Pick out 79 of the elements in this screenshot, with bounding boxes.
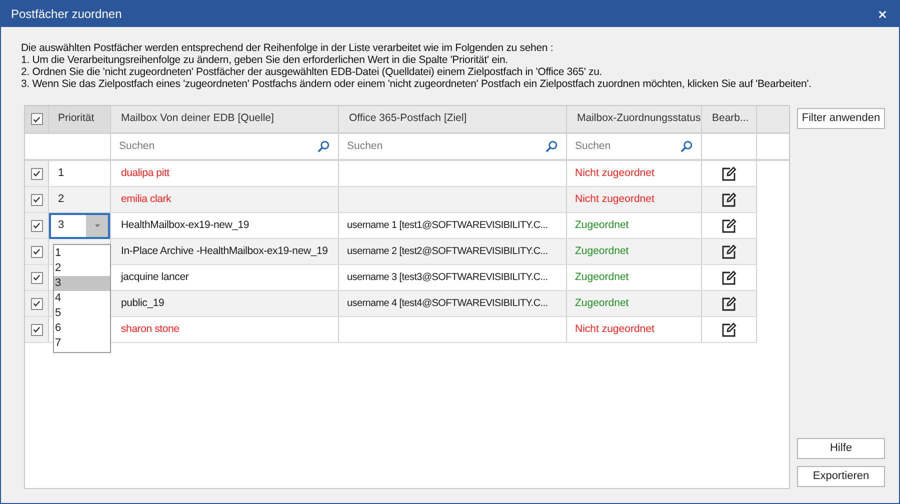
checkbox[interactable]: [30, 113, 42, 125]
target-mailbox: username 1 [test1@SOFTWAREVISIBILITY.C...: [347, 219, 548, 233]
mailbox-name: jacquine lancer: [121, 270, 189, 285]
edit-button[interactable]: [721, 192, 737, 208]
mailbox-name: In-Place Archive -HealthMailbox-ex19-new_19: [121, 244, 328, 259]
search-icon: [680, 140, 693, 153]
window-title: Postfächer zuordnen: [11, 6, 122, 23]
edit-icon: [721, 218, 737, 234]
mapping-status: Zugeordnet: [575, 218, 629, 233]
mailbox-name: public_19: [121, 296, 164, 311]
priority-cell[interactable]: 2: [49, 191, 64, 208]
search-field[interactable]: Suchen: [575, 138, 680, 154]
mapping-status: Nicht zugeordnet: [575, 192, 654, 207]
mapping-status: Zugeordnet: [575, 244, 629, 259]
mapping-status: Zugeordnet: [575, 296, 629, 311]
mapping-status: Nicht zugeordnet: [575, 322, 654, 337]
search-icon: [545, 140, 558, 153]
dropdown-option[interactable]: 3: [54, 276, 110, 291]
dropdown-option[interactable]: 1: [54, 246, 110, 261]
checkbox[interactable]: [30, 220, 42, 232]
dropdown-option[interactable]: 4: [54, 291, 110, 306]
instruction-text: Die auswählten Postfächer werden entsprechend der Reihenfolge in der Liste verarbeitet wie im Folgenden zu sehen :: [21, 42, 554, 54]
column-header[interactable]: Mailbox-Zuordnungsstatus: [567, 106, 702, 132]
search-icon: [317, 140, 330, 153]
edit-icon: [721, 244, 737, 260]
instruction-text: 2. Ordnen Sie die 'nicht zugeordneten' Postfächer der ausgewählten EDB-Datei (Quelldatei) einem Zielpostfach in 'Office 365' zu.: [21, 66, 604, 78]
checkbox[interactable]: [30, 168, 42, 180]
edit-button[interactable]: [721, 270, 737, 286]
check-icon: [32, 273, 41, 282]
dropdown-option[interactable]: 6: [54, 321, 110, 336]
search-field[interactable]: Suchen: [347, 138, 545, 154]
edit-button[interactable]: [721, 322, 737, 338]
edit-button[interactable]: [721, 166, 737, 182]
close-icon: [878, 10, 886, 18]
checkbox[interactable]: [30, 324, 42, 336]
dropdown-option[interactable]: 5: [54, 306, 110, 321]
export-button[interactable]: Exportieren: [797, 466, 885, 487]
mapping-status: Nicht zugeordnet: [575, 166, 654, 181]
priority-combo[interactable]: 3: [49, 212, 110, 238]
edit-button[interactable]: [721, 244, 737, 260]
check-icon: [32, 221, 41, 230]
check-icon: [32, 299, 41, 308]
edit-icon: [721, 192, 737, 208]
column-header[interactable]: Office 365-Postfach [Ziel]: [339, 106, 567, 132]
column-header[interactable]: Bearb...: [702, 106, 757, 132]
help-button[interactable]: Hilfe: [797, 438, 885, 459]
filter-button[interactable]: Filter anwenden: [797, 108, 885, 129]
checkbox[interactable]: [30, 246, 42, 258]
mailbox-name: emilia clark: [121, 192, 172, 207]
edit-icon: [721, 166, 737, 182]
instruction-text: 1. Um die Verarbeitungsreihenfolge zu ändern, geben Sie den erforderlichen Wert in die Spalte 'Priorität' ein.: [21, 54, 509, 66]
check-icon: [32, 247, 41, 256]
edit-button[interactable]: [721, 296, 737, 312]
mailbox-name: dualipa pitt: [121, 166, 170, 181]
mapping-status: Zugeordnet: [575, 270, 629, 285]
edit-icon: [721, 322, 737, 338]
column-header[interactable]: Priorität: [49, 106, 111, 132]
target-mailbox: username 2 [test2@SOFTWAREVISIBILITY.C...: [347, 245, 548, 259]
edit-icon: [721, 270, 737, 286]
check-icon: [32, 169, 41, 178]
dropdown-option[interactable]: 2: [54, 261, 110, 276]
mailbox-name: HealthMailbox-ex19-new_19: [121, 218, 250, 233]
search-field[interactable]: Suchen: [119, 138, 317, 154]
dropdown-arrow-icon: [94, 224, 100, 228]
check-icon: [32, 195, 41, 204]
mailbox-name: sharon stone: [121, 322, 180, 337]
dropdown-option[interactable]: 7: [54, 336, 110, 351]
target-mailbox: username 4 [test4@SOFTWAREVISIBILITY.C...: [347, 297, 548, 311]
instruction-text: 3. Wenn Sie das Zielpostfach eines 'zugeordneten' Postfachs ändern oder einem 'nicht zugeordneten' Postfach ein Zielpostfach zuordnen möchten, klicken Sie auf 'Bearbeiten'.: [21, 78, 812, 90]
checkbox[interactable]: [30, 298, 42, 310]
check-icon: [32, 325, 41, 334]
edit-button[interactable]: [721, 218, 737, 234]
checkbox[interactable]: [30, 194, 42, 206]
priority-cell[interactable]: 1: [49, 165, 64, 182]
target-mailbox: username 3 [test3@SOFTWAREVISIBILITY.C...: [347, 271, 548, 285]
edit-icon: [721, 296, 737, 312]
check-icon: [32, 114, 41, 124]
column-header[interactable]: Mailbox Von deiner EDB [Quelle]: [111, 106, 339, 132]
checkbox[interactable]: [30, 272, 42, 284]
